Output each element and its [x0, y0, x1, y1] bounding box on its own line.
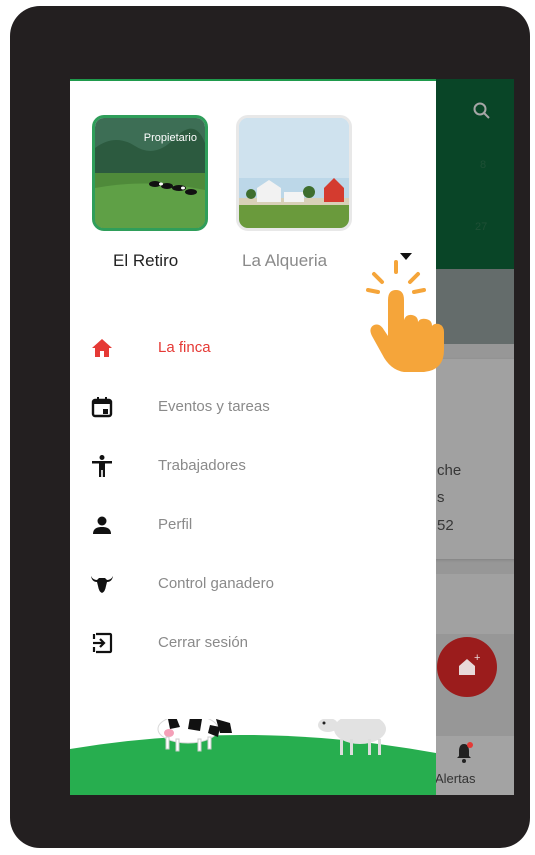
calendar-icon	[91, 397, 113, 418]
menu-item-label: La finca	[158, 339, 211, 356]
menu-item-label: Eventos y tareas	[158, 398, 270, 415]
add-home-icon: +	[459, 652, 480, 675]
farm-card-el-retiro[interactable]: Propietario	[92, 115, 208, 231]
menu-item-label: Cerrar sesión	[158, 634, 249, 651]
menu-item-cerrar-sesion[interactable]: Cerrar sesión	[70, 623, 436, 663]
menu-item-label: Control ganadero	[158, 575, 274, 592]
menu-item-label: Perfil	[158, 516, 193, 533]
svg-text:+: +	[474, 652, 480, 664]
menu-item-label: Trabajadores	[158, 457, 246, 474]
alerts-label[interactable]: Alertas	[435, 771, 475, 786]
menu-item-perfil[interactable]: Perfil	[70, 505, 436, 545]
farm-photo-barn	[239, 118, 349, 228]
farm-name-la-alqueria[interactable]: La Alqueria	[242, 251, 327, 271]
app-screen: 8 27 che s 52 + Alertas Propietario El R…	[70, 79, 514, 795]
farm-card-la-alqueria[interactable]	[236, 115, 352, 231]
owner-badge: Propietario	[143, 132, 197, 144]
farm-name-el-retiro[interactable]: El Retiro	[113, 251, 178, 271]
menu-item-eventos[interactable]: Eventos y tareas	[70, 387, 436, 427]
cow-head-icon	[91, 576, 113, 593]
navigation-drawer: Propietario El Retiro La Alqueria La fin…	[70, 79, 436, 795]
tablet-frame: 8 27 che s 52 + Alertas Propietario El R…	[10, 6, 530, 848]
bell-icon[interactable]	[455, 742, 473, 764]
pasture-illustration	[70, 719, 436, 795]
tap-hand-icon	[366, 260, 444, 372]
profile-icon	[93, 516, 111, 534]
person-icon	[92, 455, 112, 477]
menu-item-control-ganadero[interactable]: Control ganadero	[70, 564, 436, 604]
menu-item-trabajadores[interactable]: Trabajadores	[70, 446, 436, 486]
home-icon	[92, 339, 112, 357]
drawer-top-line	[70, 79, 436, 81]
logout-icon	[92, 632, 113, 654]
add-farm-button[interactable]: +	[437, 637, 497, 697]
